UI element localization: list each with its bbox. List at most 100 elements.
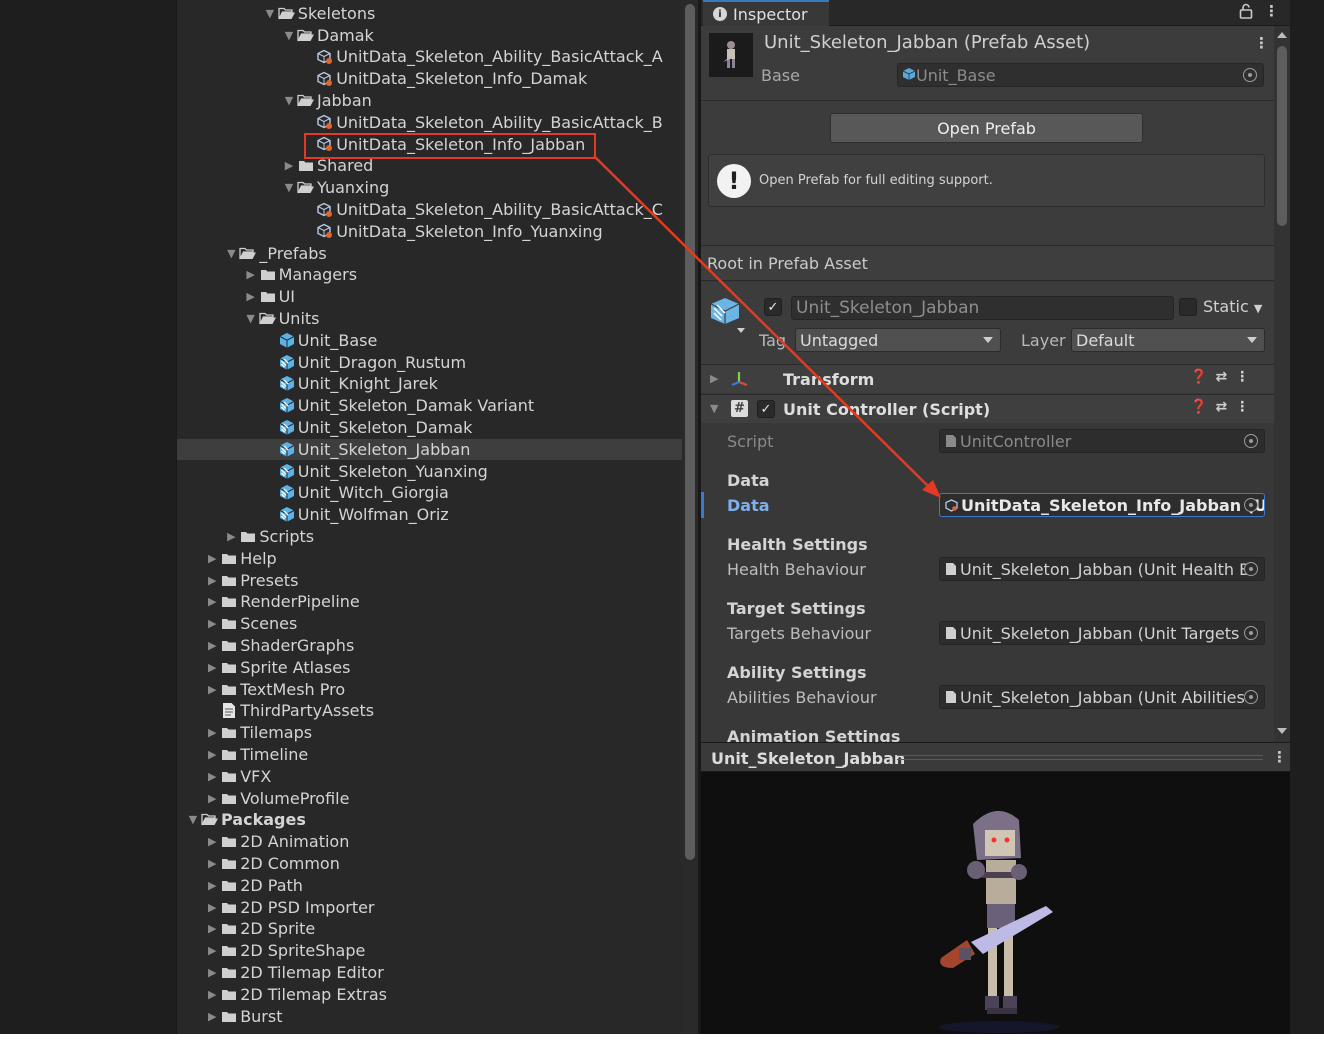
expand-arrow-icon[interactable]: ▶	[204, 944, 220, 957]
scroll-down-icon[interactable]	[1277, 728, 1287, 734]
tree-item[interactable]: Unit_Base	[177, 330, 682, 352]
expand-arrow-icon[interactable]: ▶	[204, 988, 220, 1001]
project-scrollbar[interactable]	[682, 0, 698, 1034]
tree-item[interactable]: Unit_Witch_Giorgia	[177, 482, 682, 504]
collapse-arrow-icon[interactable]: ▼	[281, 181, 297, 194]
expand-arrow-icon[interactable]: ▶	[204, 792, 220, 805]
health-behaviour-field[interactable]: Unit_Skeleton_Jabban (Unit Health B	[939, 557, 1265, 581]
help-icon[interactable]: ❓	[1190, 399, 1215, 415]
collapse-arrow-icon[interactable]: ▼	[243, 312, 259, 325]
tree-item[interactable]: UnitData_Skeleton_Info_Jabban	[177, 133, 682, 155]
expand-arrow-icon[interactable]: ▶	[223, 530, 239, 543]
preview-drag-handle[interactable]	[897, 755, 1263, 760]
tree-item[interactable]: ▶ Scenes	[177, 613, 682, 635]
tab-inspector[interactable]: i Inspector	[703, 0, 829, 26]
unit-controller-enabled-checkbox[interactable]: ✓	[757, 400, 775, 418]
expand-arrow-icon[interactable]: ▶	[710, 372, 718, 385]
tree-item[interactable]: ▶ Timeline	[177, 744, 682, 766]
scroll-up-icon[interactable]	[1277, 32, 1287, 38]
tree-item[interactable]: ▼ _Prefabs	[177, 242, 682, 264]
expand-arrow-icon[interactable]: ▶	[204, 748, 220, 761]
tree-item[interactable]: UnitData_Skeleton_Info_Damak	[177, 68, 682, 90]
tree-item[interactable]: Unit_Skeleton_Damak	[177, 417, 682, 439]
expand-arrow-icon[interactable]: ▶	[204, 879, 220, 892]
collapse-arrow-icon[interactable]: ▼	[710, 402, 718, 415]
expand-arrow-icon[interactable]: ▶	[204, 835, 220, 848]
tree-item[interactable]: Unit_Dragon_Rustum	[177, 351, 682, 373]
object-picker-icon[interactable]	[1243, 68, 1257, 82]
tree-item[interactable]: ▶ 2D Tilemap Editor	[177, 962, 682, 984]
tree-item[interactable]: ▶ Sprite Atlases	[177, 657, 682, 679]
tree-item[interactable]: Unit_Skeleton_Yuanxing	[177, 460, 682, 482]
expand-arrow-icon[interactable]: ▶	[204, 922, 220, 935]
project-scrollbar-thumb[interactable]	[685, 4, 695, 860]
expand-arrow-icon[interactable]: ▶	[204, 726, 220, 739]
gameobject-active-checkbox[interactable]: ✓	[764, 298, 782, 316]
collapse-arrow-icon[interactable]: ▼	[281, 29, 297, 42]
static-dropdown[interactable]: Static ▼	[1203, 297, 1262, 316]
object-picker-icon[interactable]	[1244, 690, 1258, 704]
object-picker-icon[interactable]	[1244, 626, 1258, 640]
tree-item[interactable]: ▶ ShaderGraphs	[177, 635, 682, 657]
expand-arrow-icon[interactable]: ▶	[204, 617, 220, 630]
component-menu-kebab-icon[interactable]: ⋮	[1235, 369, 1257, 385]
tree-item[interactable]: ▶ 2D Sprite	[177, 918, 682, 940]
expand-arrow-icon[interactable]: ▶	[204, 574, 220, 587]
tree-item[interactable]: ▼ Skeletons	[177, 3, 682, 25]
static-checkbox[interactable]	[1179, 298, 1197, 316]
targets-behaviour-field[interactable]: Unit_Skeleton_Jabban (Unit Targets	[939, 621, 1265, 645]
object-picker-icon[interactable]	[1244, 562, 1258, 576]
layer-dropdown[interactable]: Default	[1071, 328, 1265, 352]
tree-item[interactable]: ▶ TextMesh Pro	[177, 678, 682, 700]
tree-item[interactable]: ThirdPartyAssets	[177, 700, 682, 722]
expand-arrow-icon[interactable]: ▶	[281, 159, 297, 172]
tree-item[interactable]: ▶ 2D Path	[177, 875, 682, 897]
tree-item[interactable]: UnitData_Skeleton_Ability_BasicAttack_C	[177, 199, 682, 221]
tree-item[interactable]: ▼ Units	[177, 308, 682, 330]
tree-item[interactable]: Unit_Wolfman_Oriz	[177, 504, 682, 526]
expand-arrow-icon[interactable]: ▶	[204, 966, 220, 979]
expand-arrow-icon[interactable]: ▶	[204, 901, 220, 914]
tree-item[interactable]: UnitData_Skeleton_Ability_BasicAttack_B	[177, 112, 682, 134]
tree-item[interactable]: ▶ Shared	[177, 155, 682, 177]
tree-item[interactable]: ▶ 2D Tilemap Extras	[177, 984, 682, 1006]
expand-arrow-icon[interactable]: ▶	[243, 290, 259, 303]
tree-item[interactable]: ▼ Packages	[177, 809, 682, 831]
tree-item[interactable]: ▶ Presets	[177, 569, 682, 591]
expand-arrow-icon[interactable]: ▶	[204, 683, 220, 696]
collapse-arrow-icon[interactable]: ▼	[223, 247, 239, 260]
tree-item[interactable]: ▶ VFX	[177, 766, 682, 788]
inspector-scrollbar[interactable]	[1274, 26, 1290, 742]
expand-arrow-icon[interactable]: ▶	[204, 552, 220, 565]
gameobject-prefab-variant-icon[interactable]	[709, 296, 749, 338]
tree-item[interactable]: ▶ Scripts	[177, 526, 682, 548]
tree-item[interactable]: Unit_Knight_Jarek	[177, 373, 682, 395]
expand-arrow-icon[interactable]: ▶	[243, 268, 259, 281]
tree-item[interactable]: Unit_Skeleton_Jabban	[177, 438, 682, 461]
expand-arrow-icon[interactable]: ▶	[204, 770, 220, 783]
tree-item[interactable]: ▶ 2D SpriteShape	[177, 940, 682, 962]
preview-area[interactable]	[701, 772, 1290, 1034]
abilities-behaviour-field[interactable]: Unit_Skeleton_Jabban (Unit Abilities	[939, 685, 1265, 709]
tree-item[interactable]: ▶ Burst	[177, 1005, 682, 1027]
tree-item[interactable]: ▼ Yuanxing	[177, 177, 682, 199]
tree-item[interactable]: UnitData_Skeleton_Info_Yuanxing	[177, 221, 682, 243]
tree-item[interactable]: ▶ 2D PSD Importer	[177, 896, 682, 918]
tag-dropdown[interactable]: Untagged	[795, 328, 1001, 352]
tree-item[interactable]: ▶ RenderPipeline	[177, 591, 682, 613]
tree-item[interactable]: ▶ Help	[177, 548, 682, 570]
lock-icon[interactable]	[1239, 3, 1253, 23]
tree-item[interactable]: ▶ UI	[177, 286, 682, 308]
tab-menu-kebab-icon[interactable]: ⋮	[1264, 2, 1279, 20]
collapse-arrow-icon[interactable]: ▼	[281, 94, 297, 107]
base-prefab-field[interactable]: Unit_Base	[897, 63, 1264, 87]
tree-item[interactable]: ▶ Managers	[177, 264, 682, 286]
unit-controller-component-header[interactable]: ▼ # ✓ Unit Controller (Script) ❓⇄⋮	[701, 394, 1274, 423]
inspector-scrollbar-thumb[interactable]	[1277, 46, 1287, 226]
tree-item[interactable]: ▼ Damak	[177, 24, 682, 46]
presets-icon[interactable]: ⇄	[1215, 369, 1235, 385]
tree-item[interactable]: Unit_Skeleton_Damak Variant	[177, 395, 682, 417]
tree-item[interactable]: ▼ Jabban	[177, 90, 682, 112]
open-prefab-button[interactable]: Open Prefab	[830, 113, 1143, 143]
collapse-arrow-icon[interactable]: ▼	[185, 813, 201, 826]
